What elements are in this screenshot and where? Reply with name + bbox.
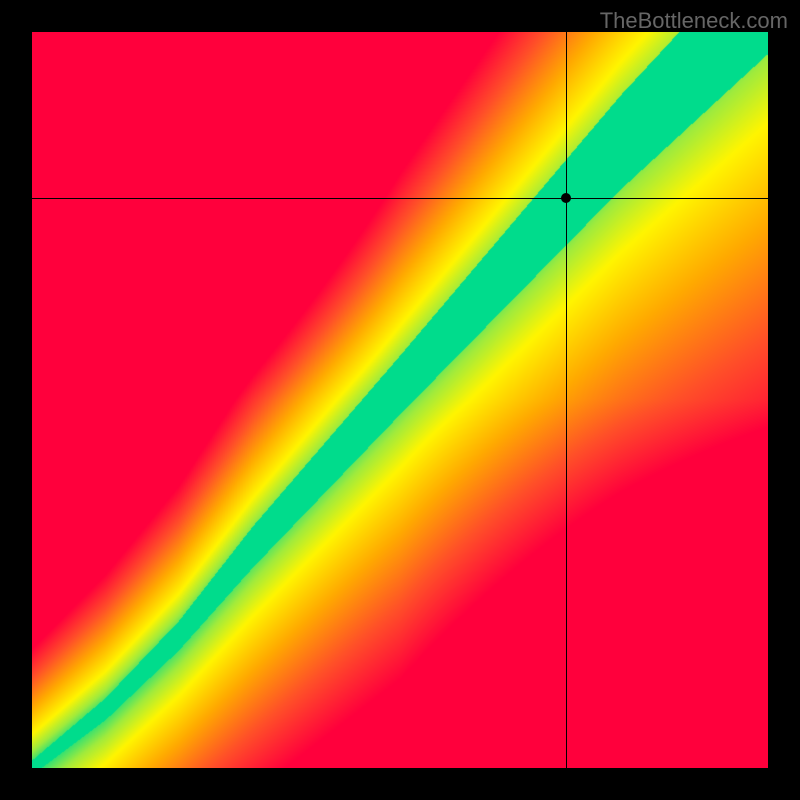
crosshair-horizontal: [32, 198, 768, 199]
watermark-text: TheBottleneck.com: [600, 8, 788, 34]
crosshair-vertical: [566, 32, 567, 768]
crosshair-marker: [561, 193, 571, 203]
bottleneck-heatmap: [32, 32, 768, 768]
heatmap-frame: [32, 32, 768, 768]
